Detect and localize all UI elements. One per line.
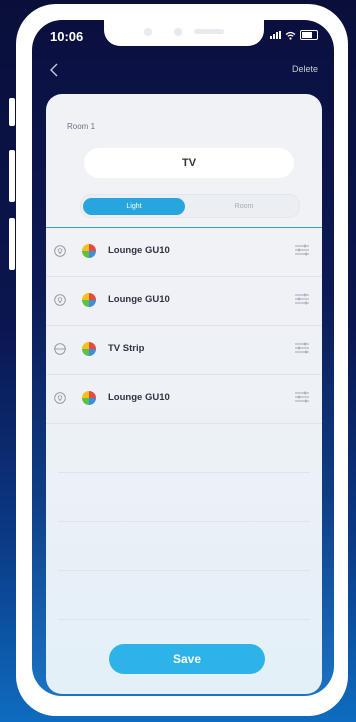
device-row[interactable]: Lounge GU10 bbox=[46, 277, 322, 326]
settings-sliders-icon[interactable] bbox=[294, 390, 310, 406]
empty-row-divider bbox=[58, 472, 310, 473]
light-strip-icon bbox=[54, 343, 66, 355]
notch bbox=[104, 20, 264, 46]
room-name-input[interactable] bbox=[84, 148, 294, 178]
empty-row-divider bbox=[58, 570, 310, 571]
screen: 10:06 Delete Room 1 Light Room bbox=[32, 20, 334, 696]
device-name: Lounge GU10 bbox=[108, 294, 170, 305]
settings-sliders-icon[interactable] bbox=[294, 341, 310, 357]
device-name: Lounge GU10 bbox=[108, 392, 170, 403]
color-indicator-icon bbox=[82, 391, 96, 405]
signal-icon bbox=[270, 31, 281, 39]
light-room-segmented-control: Light Room bbox=[80, 194, 300, 218]
save-button[interactable]: Save bbox=[109, 644, 265, 674]
tab-room[interactable]: Room bbox=[193, 198, 295, 215]
volume-up-button bbox=[9, 150, 15, 202]
settings-sliders-icon[interactable] bbox=[294, 243, 310, 259]
wifi-icon bbox=[285, 31, 296, 40]
settings-sliders-icon[interactable] bbox=[294, 292, 310, 308]
color-indicator-icon bbox=[82, 293, 96, 307]
bulb-icon bbox=[54, 294, 66, 306]
status-icons bbox=[270, 30, 318, 40]
device-row[interactable]: Lounge GU10 bbox=[46, 375, 322, 424]
camera-dot bbox=[144, 28, 152, 36]
bulb-icon bbox=[54, 245, 66, 257]
bulb-icon bbox=[54, 392, 66, 404]
device-row[interactable]: Lounge GU10 bbox=[46, 228, 322, 277]
empty-row-divider bbox=[58, 521, 310, 522]
room-label: Room 1 bbox=[67, 122, 96, 131]
sensor-dot bbox=[174, 28, 182, 36]
color-indicator-icon bbox=[82, 342, 96, 356]
volume-down-button bbox=[9, 218, 15, 270]
tab-light[interactable]: Light bbox=[83, 198, 185, 215]
color-indicator-icon bbox=[82, 244, 96, 258]
back-chevron-icon[interactable] bbox=[46, 62, 62, 78]
speaker-grille bbox=[194, 29, 224, 34]
battery-icon bbox=[300, 30, 318, 40]
phone-frame: 10:06 Delete Room 1 Light Room bbox=[16, 4, 348, 716]
delete-button[interactable]: Delete bbox=[292, 64, 318, 74]
mute-switch bbox=[9, 98, 15, 126]
room-edit-card: Room 1 Light Room Lounge GU10 bbox=[46, 94, 322, 694]
device-row[interactable]: TV Strip bbox=[46, 326, 322, 375]
device-name: Lounge GU10 bbox=[108, 245, 170, 256]
status-time: 10:06 bbox=[50, 29, 84, 44]
device-name: TV Strip bbox=[108, 343, 145, 354]
empty-row-divider bbox=[58, 619, 310, 620]
